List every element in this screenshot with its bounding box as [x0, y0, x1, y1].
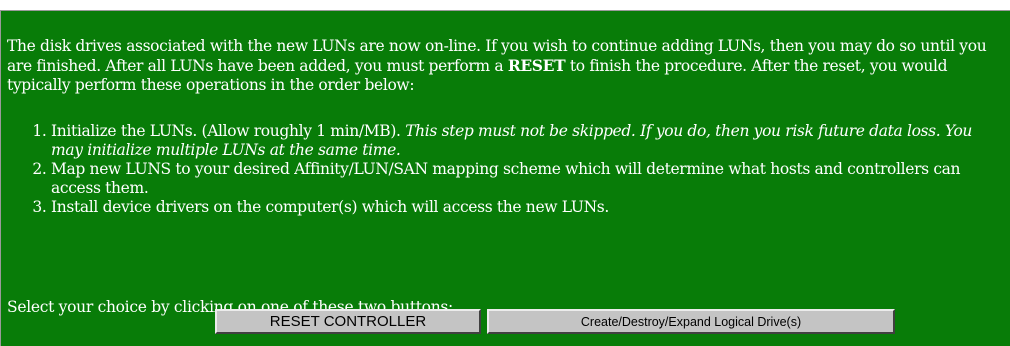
create-destroy-expand-logical-drives-button[interactable]: Create/Destroy/Expand Logical Drive(s) [487, 309, 895, 334]
list-item: Install device drivers on the computer(s… [51, 198, 1007, 217]
lun-online-panel: The disk drives associated with the new … [0, 10, 1010, 346]
step-text: Initialize the LUNs. (Allow roughly 1 mi… [51, 122, 406, 140]
reset-controller-button[interactable]: RESET CONTROLLER [215, 309, 481, 334]
operations-list: Initialize the LUNs. (Allow roughly 1 mi… [1, 122, 1007, 217]
step-text: Map new LUNS to your desired Affinity/LU… [51, 160, 961, 197]
reset-emphasis: RESET [507, 56, 566, 75]
intro-paragraph: The disk drives associated with the new … [7, 37, 1010, 95]
step-text: Install device drivers on the computer(s… [51, 198, 609, 216]
list-item: Map new LUNS to your desired Affinity/LU… [51, 160, 1007, 198]
list-item: Initialize the LUNs. (Allow roughly 1 mi… [51, 122, 1007, 160]
